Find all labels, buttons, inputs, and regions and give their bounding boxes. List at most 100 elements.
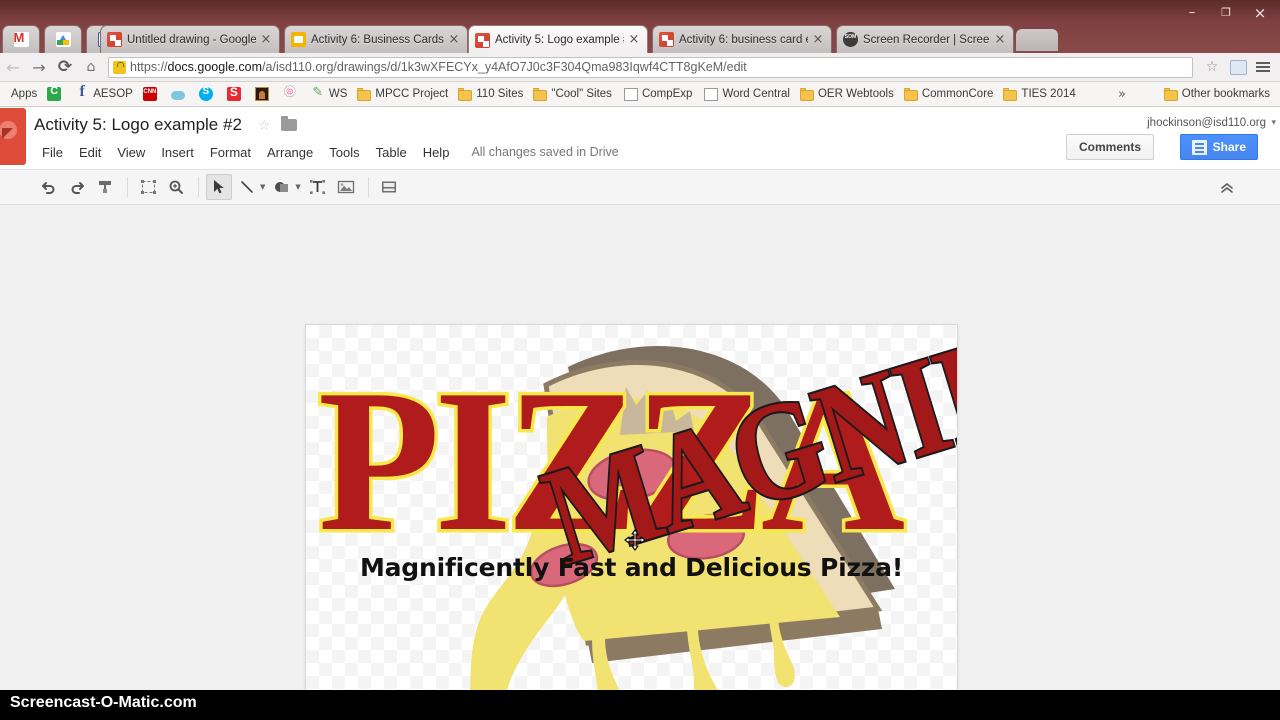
insert-image-icon[interactable]	[333, 174, 359, 200]
text-box-icon[interactable]	[305, 174, 331, 200]
account-email-label[interactable]: jhockinson@isd110.org	[1147, 117, 1266, 129]
google-drive-icon	[56, 32, 71, 47]
google-drawings-icon	[107, 32, 122, 47]
new-tab-button[interactable]	[1016, 29, 1058, 51]
tab-activity-6-business-card-e[interactable]: Activity 6: business card e ×	[652, 25, 832, 53]
menu-arrange[interactable]: Arrange	[259, 143, 321, 162]
drawing-canvas[interactable]: PIZZA MAGNIFICO! Magnificently Fast and …	[305, 324, 958, 720]
undo-icon[interactable]	[36, 174, 62, 200]
bookmark-item[interactable]	[223, 85, 249, 104]
bookmark-item-ws[interactable]: WS	[307, 85, 352, 104]
bookmark-item[interactable]	[195, 85, 221, 104]
pizza-logo-artwork[interactable]: PIZZA MAGNIFICO!	[306, 325, 958, 720]
redo-icon[interactable]	[64, 174, 90, 200]
toolbar-separator	[198, 177, 199, 197]
cnn-icon	[143, 87, 157, 101]
share-button[interactable]: Share	[1180, 134, 1258, 160]
word-art-icon[interactable]	[376, 174, 402, 200]
bookmark-item-compexp[interactable]: CompExp	[618, 85, 697, 104]
bookmark-item-oer-webtools[interactable]: OER Webtools	[796, 85, 898, 104]
window-maximize-button[interactable]: ❐	[1212, 4, 1240, 22]
collapse-toolbar-icon[interactable]	[1214, 175, 1240, 201]
address-bar[interactable]: https://docs.google.com/a/isd110.org/dra…	[108, 57, 1193, 78]
paint-format-icon[interactable]	[92, 174, 118, 200]
bookmark-item-ties-2014[interactable]: TIES 2014	[999, 85, 1079, 104]
drawing-workspace[interactable]: PIZZA MAGNIFICO! Magnificently Fast and …	[0, 205, 1280, 720]
c-green-icon	[47, 87, 61, 101]
bookmark-item-commoncore[interactable]: CommonCore	[900, 85, 998, 104]
bookmark-item[interactable]	[251, 85, 277, 104]
menu-view[interactable]: View	[109, 143, 153, 162]
chevron-down-icon[interactable]: ▾	[1271, 118, 1276, 128]
window-minimize-button[interactable]: –	[1178, 4, 1206, 22]
bookmark-item-mpcc-project[interactable]: MPCC Project	[353, 85, 452, 104]
bookmarks-overflow-icon[interactable]: »	[1118, 87, 1126, 102]
menu-insert[interactable]: Insert	[153, 143, 202, 162]
pointer-icon[interactable]	[206, 174, 232, 200]
tab-activity-5-logo-example[interactable]: Activity 5: Logo example # ×	[468, 25, 648, 53]
tab-label: Untitled drawing - Google	[127, 34, 256, 46]
bookmark-item[interactable]	[167, 85, 193, 104]
menu-edit[interactable]: Edit	[71, 143, 109, 162]
home-button[interactable]: ⌂	[78, 54, 104, 80]
menu-file[interactable]: File	[34, 143, 71, 162]
folder-icon	[533, 90, 547, 101]
bookmark-apps[interactable]: Apps	[7, 85, 41, 104]
swirl-icon	[283, 87, 297, 101]
menu-tools[interactable]: Tools	[321, 143, 367, 162]
browser-window: Untitled drawing - Google × Activity 6: …	[0, 0, 1280, 720]
move-to-folder-icon[interactable]	[281, 119, 297, 131]
window-close-button[interactable]: ×	[1246, 4, 1274, 22]
tab-close-icon[interactable]: ×	[259, 33, 273, 47]
tab-close-icon[interactable]: ×	[447, 33, 461, 47]
line-options-chevron-icon[interactable]: ▼	[260, 183, 265, 191]
forward-button[interactable]: →	[26, 54, 52, 80]
bookmark-item[interactable]	[43, 85, 69, 104]
back-button[interactable]: ←	[0, 54, 26, 80]
line-icon[interactable]	[234, 174, 260, 200]
tab-untitled-drawing[interactable]: Untitled drawing - Google ×	[100, 25, 280, 53]
extension-icon[interactable]	[1230, 60, 1247, 75]
bookmark-item-110-sites[interactable]: 110 Sites	[454, 85, 527, 104]
skype-icon	[199, 87, 213, 101]
shape-icon[interactable]	[269, 174, 295, 200]
folder-icon	[1003, 90, 1017, 101]
bookmark-item[interactable]	[139, 85, 165, 104]
reload-button[interactable]: ⟳	[52, 54, 78, 80]
screencast-o-matic-icon	[843, 32, 858, 47]
menu-format[interactable]: Format	[202, 143, 259, 162]
bookmark-other-bookmarks[interactable]: Other bookmarks	[1160, 85, 1274, 104]
watermark-text: Screencast-O-Matic.com	[10, 694, 197, 712]
pinned-tab-google-drive[interactable]	[44, 25, 82, 53]
bookmark-item[interactable]	[279, 85, 305, 104]
bookmark-item-cool-sites[interactable]: "Cool" Sites	[529, 85, 616, 104]
tab-label: Activity 5: Logo example #	[495, 34, 624, 46]
screencast-watermark: Screencast-O-Matic.com	[0, 690, 1280, 720]
select-region-icon[interactable]	[135, 174, 161, 200]
pencil-icon	[311, 87, 325, 101]
menu-table[interactable]: Table	[368, 143, 415, 162]
chrome-menu-icon[interactable]	[1252, 62, 1274, 72]
pinned-tab-gmail[interactable]	[2, 25, 40, 53]
zoom-icon[interactable]	[163, 174, 189, 200]
shape-options-chevron-icon[interactable]: ▼	[295, 183, 300, 191]
google-slides-icon	[291, 32, 306, 47]
document-title[interactable]: Activity 5: Logo example #2	[34, 115, 242, 135]
share-button-label: Share	[1213, 140, 1246, 154]
bookmark-item-word-central[interactable]: Word Central	[698, 85, 794, 104]
tab-screen-recorder-screencast[interactable]: Screen Recorder | Screenc ×	[836, 25, 1014, 53]
bookmark-star-icon[interactable]: ☆	[1199, 54, 1225, 80]
tab-close-icon[interactable]: ×	[627, 33, 641, 47]
tab-close-icon[interactable]: ×	[993, 33, 1007, 47]
menu-help[interactable]: Help	[415, 143, 458, 162]
tab-strip: Untitled drawing - Google × Activity 6: …	[0, 0, 1280, 53]
google-drawings-logo[interactable]	[0, 108, 26, 165]
tab-close-icon[interactable]: ×	[811, 33, 825, 47]
folder-icon	[904, 90, 918, 101]
tab-activity-6-business-cards[interactable]: Activity 6: Business Cards ×	[284, 25, 468, 53]
bookmark-item-aesop[interactable]: AESOP	[71, 85, 137, 104]
star-icon[interactable]: ☆	[258, 118, 271, 134]
toolbar-separator	[368, 177, 369, 197]
comments-button[interactable]: Comments	[1066, 134, 1154, 160]
logo-tagline[interactable]: Magnificently Fast and Delicious Pizza!	[306, 553, 957, 582]
